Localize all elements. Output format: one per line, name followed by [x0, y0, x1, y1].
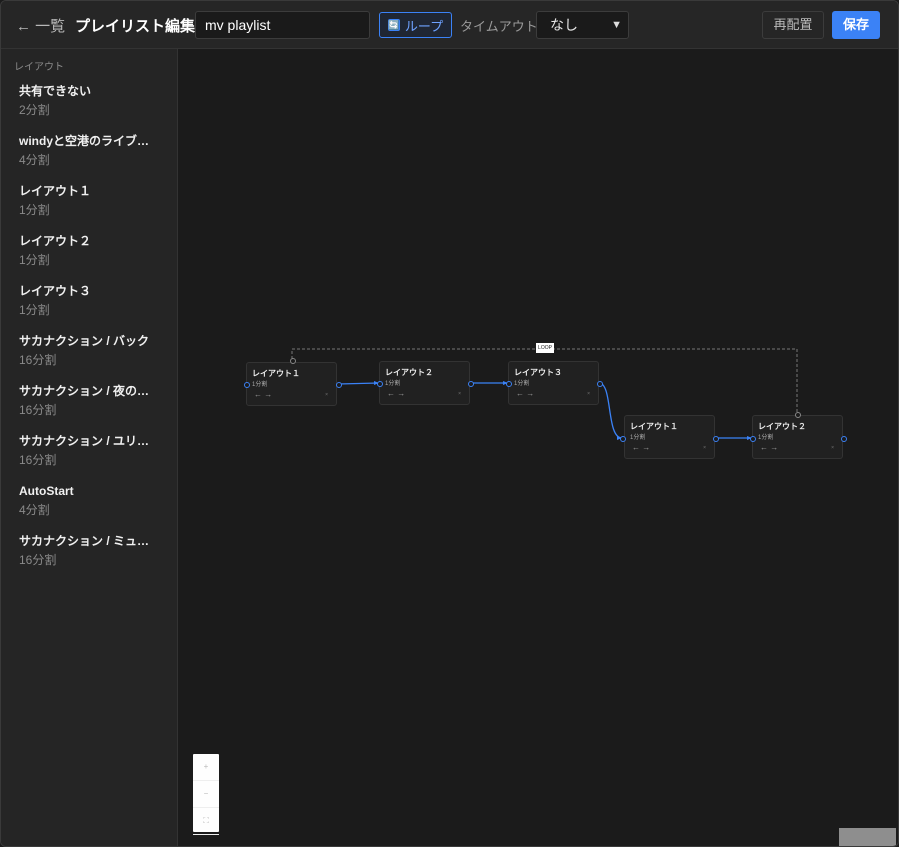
node-move-arrows[interactable]: ← →: [387, 389, 405, 398]
layout-item-name: レイアウト２: [19, 234, 92, 248]
node-remove-icon[interactable]: ×: [325, 392, 328, 398]
layout-list-item[interactable]: レイアウト３ 1分割: [1, 284, 177, 334]
layout-list: 共有できない 2分割 windyと空港のライブ映像 4分割 レイアウト１ 1分割 レイ…: [1, 84, 177, 584]
layout-list-item[interactable]: サカナクション / バック 16分割: [1, 334, 177, 384]
layout-item-split: 1分割: [19, 203, 50, 217]
layout-list-item[interactable]: サカナクション / ミュージック 16分割: [1, 534, 177, 584]
layout-sidebar: レイアウト 共有できない 2分割 windyと空港のライブ映像 4分割 レイアウト１…: [1, 49, 178, 846]
node-split: 1分割: [630, 435, 646, 441]
layout-item-split: 16分割: [19, 403, 57, 417]
zoom-in-button[interactable]: +: [193, 754, 219, 781]
node-remove-icon[interactable]: ×: [458, 391, 461, 397]
layout-item-name: レイアウト１: [19, 184, 92, 198]
loop-anchor: [795, 412, 801, 418]
node-input-port[interactable]: [506, 381, 512, 387]
layout-item-split: 2分割: [19, 103, 50, 117]
node-input-port[interactable]: [377, 381, 383, 387]
node-output-port[interactable]: [336, 382, 342, 388]
node-title: レイアウト２: [385, 368, 433, 377]
chevron-down-icon: ▼: [611, 19, 622, 31]
node-title: レイアウト１: [252, 369, 300, 378]
node-remove-icon[interactable]: ×: [587, 391, 590, 397]
back-to-list-link[interactable]: ← 一覧: [16, 15, 65, 36]
layout-item-split: 1分割: [19, 253, 50, 267]
app-window: ← 一覧 プレイリスト編集 🔄 ループ タイムアウト なし ▼ 再配置 保存 レ…: [0, 0, 899, 847]
layout-list-item[interactable]: 共有できない 2分割: [1, 84, 177, 134]
loop-label: ループ: [404, 18, 444, 34]
node-output-port[interactable]: [841, 436, 847, 442]
flow-node[interactable]: レイアウト２ 1分割 ← → ×: [752, 415, 843, 459]
node-input-port[interactable]: [620, 436, 626, 442]
zoom-controls: + − ⛶: [193, 754, 219, 835]
layout-item-split: 4分割: [19, 503, 50, 517]
layout-item-name: サカナクション / 夜の踊り子: [19, 384, 159, 398]
layout-item-name: サカナクション / ユリイカ: [19, 434, 159, 448]
zoom-out-button[interactable]: −: [193, 781, 219, 808]
timeout-select[interactable]: なし ▼: [536, 11, 629, 39]
node-remove-icon[interactable]: ×: [703, 445, 706, 451]
node-split: 1分割: [385, 381, 401, 387]
layout-item-name: サカナクション / バック: [19, 334, 150, 348]
flow-node[interactable]: レイアウト１ 1分割 ← → ×: [246, 362, 337, 406]
node-split: 1分割: [252, 382, 268, 388]
loop-icon: 🔄: [387, 19, 400, 31]
node-input-port[interactable]: [244, 382, 250, 388]
rearrange-button[interactable]: 再配置: [762, 11, 824, 39]
loop-anchor: [290, 358, 296, 364]
layout-item-split: 4分割: [19, 153, 50, 167]
node-title: レイアウト２: [758, 422, 806, 431]
node-title: レイアウト１: [630, 422, 678, 431]
timeout-label: タイムアウト: [460, 19, 538, 34]
layout-item-split: 16分割: [19, 553, 57, 567]
sidebar-heading: レイアウト: [14, 62, 64, 73]
flow-node[interactable]: レイアウト２ 1分割 ← → ×: [379, 361, 470, 405]
node-output-port[interactable]: [468, 381, 474, 387]
layout-list-item[interactable]: レイアウト１ 1分割: [1, 184, 177, 234]
timeout-value: なし: [550, 17, 578, 33]
node-output-port[interactable]: [713, 436, 719, 442]
node-move-arrows[interactable]: ← →: [632, 443, 650, 452]
flow-node[interactable]: レイアウト３ 1分割 ← → ×: [508, 361, 599, 405]
layout-item-name: AutoStart: [19, 484, 74, 498]
loop-tag: LOOP: [536, 343, 554, 353]
layout-list-item[interactable]: サカナクション / ユリイカ 16分割: [1, 434, 177, 484]
node-split: 1分割: [758, 435, 774, 441]
layout-item-split: 16分割: [19, 353, 57, 367]
node-move-arrows[interactable]: ← →: [516, 389, 534, 398]
layout-item-split: 1分割: [19, 303, 50, 317]
layout-list-item[interactable]: AutoStart 4分割: [1, 484, 177, 534]
page-title: プレイリスト編集: [75, 18, 196, 35]
node-move-arrows[interactable]: ← →: [254, 390, 272, 399]
layout-list-item[interactable]: レイアウト２ 1分割: [1, 234, 177, 284]
attribution-badge: [839, 828, 896, 846]
layout-list-item[interactable]: windyと空港のライブ映像 4分割: [1, 134, 177, 184]
node-title: レイアウト３: [514, 368, 562, 377]
node-move-arrows[interactable]: ← →: [760, 443, 778, 452]
header: ← 一覧 プレイリスト編集 🔄 ループ タイムアウト なし ▼ 再配置 保存: [1, 1, 898, 49]
layout-item-split: 16分割: [19, 453, 57, 467]
fit-view-button[interactable]: ⛶: [193, 808, 219, 835]
node-remove-icon[interactable]: ×: [831, 445, 834, 451]
layout-item-name: サカナクション / ミュージック: [19, 534, 159, 548]
node-split: 1分割: [514, 381, 530, 387]
layout-item-name: レイアウト３: [19, 284, 92, 298]
node-output-port[interactable]: [597, 381, 603, 387]
playlist-name-input[interactable]: [195, 11, 370, 39]
save-button[interactable]: 保存: [832, 11, 880, 39]
flow-node[interactable]: レイアウト１ 1分割 ← → ×: [624, 415, 715, 459]
node-input-port[interactable]: [750, 436, 756, 442]
layout-item-name: windyと空港のライブ映像: [19, 134, 159, 148]
layout-list-item[interactable]: サカナクション / 夜の踊り子 16分割: [1, 384, 177, 434]
loop-toggle-button[interactable]: 🔄 ループ: [379, 12, 452, 38]
layout-item-name: 共有できない: [19, 84, 92, 98]
